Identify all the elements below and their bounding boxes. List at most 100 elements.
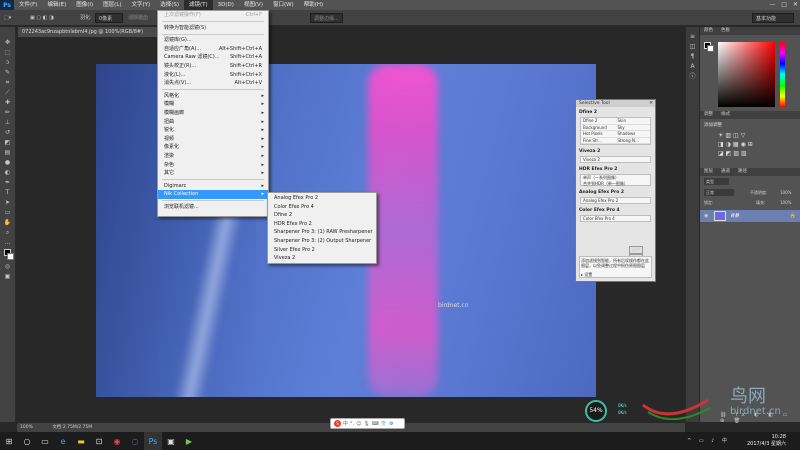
hue-slider[interactable] (780, 42, 785, 107)
cortana-icon[interactable]: ○ (18, 432, 36, 450)
filter-menu-item[interactable]: 杂色 ▸ (158, 161, 268, 170)
filter-menu-item[interactable]: 模糊画廊 ▸ (158, 109, 268, 118)
clone-stamp-icon[interactable]: ⊥ (3, 119, 13, 127)
crop-tool-icon[interactable]: ⌗ (3, 79, 13, 87)
blend-mode-select[interactable]: 正常 (704, 189, 734, 196)
filter-menu-item[interactable]: 其它 ▸ (158, 169, 268, 178)
workspace-select[interactable]: 基本功能 (752, 13, 794, 23)
hdr-option[interactable]: 合并到HDR（单一图像） (583, 181, 650, 187)
layer-filter-select[interactable]: 类型 (704, 178, 729, 185)
layer-row-background[interactable]: ◉ 背景 🔒 (700, 210, 800, 222)
adjustment-icons[interactable]: ☀▥◫▽ ◨◑▦◉⊞ ◪◩▨▧ (718, 131, 755, 158)
green-app-icon[interactable]: ▶ (180, 432, 198, 450)
tab-adjustments[interactable]: 调整 (704, 111, 713, 119)
filter-menu-item[interactable]: Nik Collection ▸ (158, 190, 268, 199)
store-icon[interactable]: ⊡ (90, 432, 108, 450)
pen-tool-icon[interactable]: ✒ (3, 179, 13, 187)
selective-tool-title-bar[interactable]: Selective Tool ✕ (576, 100, 655, 107)
tab-channels[interactable]: 通道 (721, 168, 730, 176)
history-panel-icon[interactable]: ≡ (688, 33, 698, 41)
close-icon[interactable]: ✕ (649, 100, 653, 107)
filter-menu-item[interactable]: Digimarc ▸ (158, 182, 268, 191)
ime-mode[interactable]: 中 (343, 420, 348, 427)
photoshop-task-icon[interactable]: Ps (144, 432, 162, 450)
screen-mode-icon[interactable]: ▣ (3, 273, 13, 281)
emoji-icon[interactable]: ☺ (356, 421, 361, 427)
filter-menu-item[interactable]: 滤镜库(G)... (158, 36, 268, 45)
dodge-tool-icon[interactable]: ◐ (3, 169, 13, 177)
menu-item-viveza[interactable]: Viveza 2 (268, 254, 376, 263)
character-panel-icon[interactable]: A (688, 63, 698, 71)
document-tab[interactable]: 072243ac9nzapbtnlebml4.jpg @ 100%(RGB/8#… (18, 27, 168, 37)
filter-menu-item[interactable]: 自适应广角(A)... Alt+Shift+Ctrl+A (158, 45, 268, 54)
color-efex-button[interactable]: Color Efex Pro 4 (580, 215, 651, 222)
quick-select-icon[interactable]: ✎ (3, 69, 13, 77)
menu-item-analog-efex[interactable]: Analog Efex Pro 2 (268, 194, 376, 203)
marquee-tool-icon[interactable]: ⬚ (3, 49, 13, 57)
menu-help[interactable]: 帮助(H) (299, 0, 328, 10)
color-picker-field[interactable] (718, 42, 775, 107)
eyedropper-icon[interactable]: ⟋ (3, 89, 13, 97)
file-explorer-icon[interactable]: ▬ (72, 432, 90, 450)
menu-image[interactable]: 图像(I) (71, 0, 98, 10)
edge-icon[interactable]: e (54, 432, 72, 450)
keyboard-icon[interactable]: ⌨ (372, 421, 379, 427)
filter-menu-item[interactable]: 像素化 ▸ (158, 143, 268, 152)
filter-menu-item[interactable]: 风格化 ▸ (158, 92, 268, 101)
settings-icon[interactable]: ⚙ (389, 421, 393, 427)
more-tools-icon[interactable]: … (3, 239, 13, 247)
tray-icons[interactable]: ^ ▭ ♪ 中 (687, 437, 730, 444)
visibility-eye-icon[interactable]: ◉ (704, 213, 708, 219)
filter-menu-item[interactable]: 扭曲 ▸ (158, 118, 268, 127)
zoom-level[interactable]: 100% (20, 425, 33, 430)
filter-menu-item[interactable]: 液化(L)... Shift+Ctrl+X (158, 71, 268, 80)
menu-filter[interactable]: 滤镜(T) (183, 0, 213, 10)
menu-item-output-sharpener[interactable]: Sharpener Pro 3: (2) Output Sharpener (268, 237, 376, 246)
filter-menu-item[interactable]: 渲染 ▸ (158, 152, 268, 161)
close-icon[interactable]: ✕ (793, 0, 798, 10)
filter-menu-item[interactable]: 浏览联机滤镜... (158, 203, 268, 212)
menu-edit[interactable]: 编辑(E) (42, 0, 71, 10)
paragraph-panel-icon[interactable]: ¶ (688, 53, 698, 61)
media-icon[interactable]: ▣ (162, 432, 180, 450)
menu-file[interactable]: 文件(F) (14, 0, 42, 10)
menu-type[interactable]: 文字(Y) (127, 0, 156, 10)
punct-icon[interactable]: °, (350, 421, 354, 427)
viveza-button[interactable]: Viveza 2 (580, 156, 651, 163)
chrome-icon[interactable]: ◉ (108, 432, 126, 450)
eraser-icon[interactable]: ◩ (3, 139, 13, 147)
quick-mask-icon[interactable]: ◎ (3, 263, 13, 271)
filter-menu-item[interactable]: 镜头校正(R)... Shift+Ctrl+R (158, 62, 268, 71)
maximize-icon[interactable]: □ (781, 0, 787, 10)
marquee-tool-icon[interactable]: ⬚▾ (4, 13, 11, 23)
move-tool-icon[interactable]: ✥ (3, 39, 13, 47)
zoom-tool-icon[interactable]: ⌕ (3, 229, 13, 237)
tab-color[interactable]: 颜色 (704, 27, 713, 35)
blur-tool-icon[interactable]: ● (3, 159, 13, 167)
gradient-tool-icon[interactable]: ▤ (3, 149, 13, 157)
filter-menu-item[interactable]: 锐化 ▸ (158, 126, 268, 135)
lasso-tool-icon[interactable]: ↄ (3, 59, 13, 67)
menu-view[interactable]: 视图(V) (239, 0, 268, 10)
path-select-icon[interactable]: ➤ (3, 199, 13, 207)
preset-button[interactable]: Strong N... (615, 138, 650, 144)
filter-menu-item[interactable]: 模糊 ▸ (158, 100, 268, 109)
filter-menu-item[interactable]: Camera Raw 滤镜(C)... Shift+Ctrl+A (158, 53, 268, 62)
healing-brush-icon[interactable]: ✚ (3, 99, 13, 107)
antialias-checkbox[interactable]: 消除锯齿 (128, 13, 148, 23)
cpu-gauge[interactable]: 54% (585, 400, 607, 422)
menu-item-hdr-efex[interactable]: HDR Efex Pro 2 (268, 220, 376, 229)
mic-icon[interactable]: 🎙 (363, 421, 369, 427)
windows-start-icon[interactable]: ⊞ (0, 432, 18, 450)
menu-layer[interactable]: 图层(L) (98, 0, 126, 10)
ime-toolbar[interactable]: S 中 °, ☺ 🎙 ⌨ 👕 ⚙ (330, 418, 405, 429)
filter-menu-item[interactable]: 转换为智能滤镜(S) (158, 24, 268, 33)
menu-item-dfine[interactable]: Dfine 2 (268, 211, 376, 220)
selection-mode-icons[interactable]: ▣ ▢ ◧ ◨ (30, 13, 54, 23)
clock[interactable]: 10:28 2017/4/3 星期六 (747, 434, 786, 448)
settings-link[interactable]: ▸ 设置 (581, 272, 650, 277)
task-view-icon[interactable]: ▭ (36, 432, 54, 450)
opacity-value[interactable]: 100% (780, 190, 791, 195)
hand-tool-icon[interactable]: ✋ (3, 219, 13, 227)
menu-item-silver-efex[interactable]: Silver Efex Pro 2 (268, 246, 376, 255)
